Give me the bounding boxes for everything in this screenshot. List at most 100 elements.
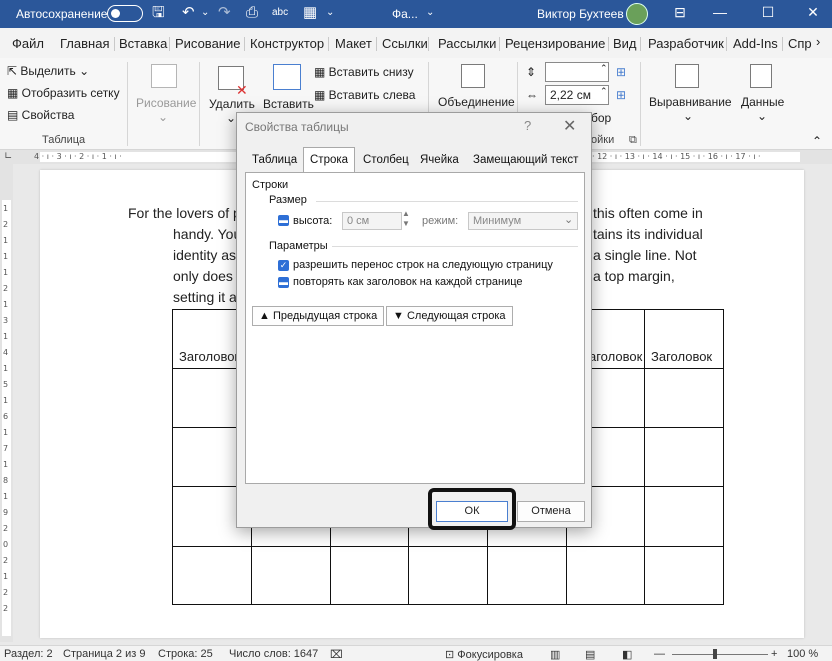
table-header-cell[interactable]: Заголовок	[179, 349, 240, 364]
avatar[interactable]	[626, 3, 648, 25]
merge-button[interactable]: Объединение	[438, 95, 515, 109]
tab-table[interactable]: Таблица	[252, 154, 297, 166]
tab-developer[interactable]: Разработчик	[648, 36, 724, 51]
view-gridlines-button[interactable]: ▦ Отобразить сетку	[7, 86, 120, 100]
document-title[interactable]: Фа...	[392, 7, 418, 21]
print-layout-icon[interactable]: ▤	[585, 648, 595, 661]
tab-row[interactable]: Строка	[303, 147, 356, 173]
vertical-ruler[interactable]: 1 2 1 1 1 2 1 3 1 4 1 5 1 6 1 7 1 8 1 9 2 0 2 1 2 2	[0, 164, 13, 642]
web-layout-icon[interactable]: ◧	[622, 648, 632, 661]
tab-help[interactable]: Спр	[788, 36, 812, 51]
height-spinner-up-icon[interactable]: ▲	[402, 209, 410, 218]
distribute-rows-icon[interactable]: ⊞	[616, 65, 626, 79]
ruler-mark: 3	[3, 316, 9, 325]
properties-icon: ▤	[7, 108, 22, 122]
autofit-tail[interactable]: бор	[591, 111, 611, 125]
focus-button[interactable]: ⊡ Фокусировка	[445, 648, 523, 661]
customize-qat-icon[interactable]: ⌄	[326, 4, 334, 22]
properties-button[interactable]: ▤ Свойства	[7, 108, 74, 122]
drawing-button[interactable]: Рисование	[136, 96, 196, 110]
tab-view[interactable]: Вид	[613, 36, 637, 51]
dialog-launcher-icon[interactable]: ⧉	[629, 134, 637, 147]
tab-mailings[interactable]: Рассылки	[438, 36, 496, 51]
tab-home[interactable]: Главная	[60, 36, 109, 51]
cancel-button[interactable]: Отмена	[517, 501, 585, 522]
ruler-mark: 1	[3, 428, 9, 437]
user-name[interactable]: Виктор Бухтеев	[537, 7, 624, 21]
scroll-right-icon[interactable]: ›	[816, 34, 820, 49]
zoom-slider-thumb[interactable]	[713, 649, 717, 659]
ruler-mark: 0	[3, 540, 9, 549]
allow-row-break-checkbox[interactable]: ✓	[278, 260, 289, 271]
close-icon[interactable]: ✕	[803, 4, 823, 21]
insert-above-button[interactable]: Вставить	[263, 97, 314, 111]
height-spinner-icon[interactable]: ⌃	[600, 63, 608, 74]
ruler-mark: 1	[3, 268, 9, 277]
table-border	[723, 309, 724, 605]
table-header-cell[interactable]: аголовок	[589, 349, 642, 364]
previous-row-button[interactable]: ▲ Предыдущая строка	[252, 306, 385, 326]
height-checkbox[interactable]: ▬	[278, 215, 289, 226]
autosave-toggle[interactable]	[107, 5, 143, 22]
mode-select[interactable]: Минимум	[468, 212, 578, 230]
table-header-cell[interactable]: Заголовок	[651, 349, 712, 364]
group-label-cell-size: ойки	[591, 134, 615, 146]
print-preview-icon[interactable]: ⎙	[246, 4, 258, 22]
width-spinner-icon[interactable]: ⌃	[600, 86, 608, 97]
tab-file[interactable]: Файл	[12, 36, 44, 51]
page-indicator[interactable]: Страница 2 из 9	[63, 648, 145, 660]
zoom-slider[interactable]	[672, 654, 768, 655]
repeat-header-checkbox[interactable]: ▬	[278, 277, 289, 288]
maximize-icon[interactable]: ☐	[758, 4, 778, 21]
alignment-button[interactable]: Выравнивание	[649, 95, 732, 109]
next-row-button[interactable]: ▼ Следующая строка	[386, 306, 513, 326]
tab-addins[interactable]: Add-Ins	[733, 36, 778, 51]
insert-below-button[interactable]: ▦ Вставить снизу	[314, 65, 414, 79]
undo-dropdown-icon[interactable]: ⌄	[201, 4, 209, 22]
ok-button[interactable]: ОК	[436, 501, 508, 522]
tab-column[interactable]: Столбец	[363, 154, 409, 166]
section-indicator[interactable]: Раздел: 2	[4, 648, 53, 660]
zoom-level[interactable]: 100 %	[787, 648, 818, 660]
insert-table-icon[interactable]: ▦	[303, 4, 317, 22]
read-mode-icon[interactable]: ▥	[550, 648, 560, 661]
proofing-icon[interactable]: ⌧	[330, 648, 343, 661]
paragraph-line: identity as	[173, 247, 237, 263]
dialog-title: Свойства таблицы	[245, 120, 349, 134]
line-indicator[interactable]: Строка: 25	[158, 648, 213, 660]
zoom-in-icon[interactable]: +	[771, 648, 777, 660]
close-icon[interactable]: ✕	[563, 116, 576, 136]
drawing-dropdown-icon: ⌄	[158, 110, 169, 124]
ribbon-display-icon[interactable]: ⊟	[670, 4, 690, 21]
tab-cell[interactable]: Ячейка	[420, 154, 459, 166]
insert-left-button[interactable]: ▦ Вставить слева	[314, 88, 415, 102]
collapse-ribbon-icon[interactable]: ⌃	[812, 134, 822, 148]
tab-references[interactable]: Ссылки	[382, 36, 428, 51]
word-count[interactable]: Число слов: 1647	[229, 648, 318, 660]
spelling-icon[interactable]: abc	[272, 4, 288, 22]
distribute-columns-icon[interactable]: ⊞	[616, 88, 626, 102]
tab-selector-icon[interactable]: ∟	[4, 151, 12, 162]
minimize-icon[interactable]: —	[710, 4, 730, 20]
zoom-out-icon[interactable]: —	[654, 648, 665, 660]
tab-table-design[interactable]: Конструктор	[250, 36, 324, 51]
height-input[interactable]: 0 см	[342, 212, 402, 230]
height-spinner-down-icon[interactable]: ▼	[402, 219, 410, 228]
select-button[interactable]: ⇱ Выделить ⌄	[7, 64, 89, 78]
tab-review[interactable]: Рецензирование	[505, 36, 605, 51]
allow-row-break-label[interactable]: разрешить перенос строк на следующую стр…	[293, 259, 553, 271]
repeat-header-label[interactable]: повторять как заголовок на каждой страни…	[293, 276, 523, 288]
tab-insert[interactable]: Вставка	[119, 36, 167, 51]
save-icon[interactable]: 🖫	[152, 4, 165, 22]
ruler-mark: 1	[3, 332, 9, 341]
delete-button[interactable]: Удалить	[209, 97, 255, 111]
undo-icon[interactable]: ↶	[182, 4, 195, 22]
paragraph-line: a top margin,	[593, 268, 675, 284]
help-icon[interactable]: ?	[524, 118, 531, 133]
tab-layout[interactable]: Макет	[335, 36, 372, 51]
title-dropdown-icon[interactable]: ⌄	[426, 4, 434, 22]
tab-draw[interactable]: Рисование	[175, 36, 240, 51]
tab-separator	[376, 37, 377, 51]
data-button[interactable]: Данные	[741, 95, 784, 109]
tab-alt-text[interactable]: Замещающий текст	[473, 154, 578, 166]
